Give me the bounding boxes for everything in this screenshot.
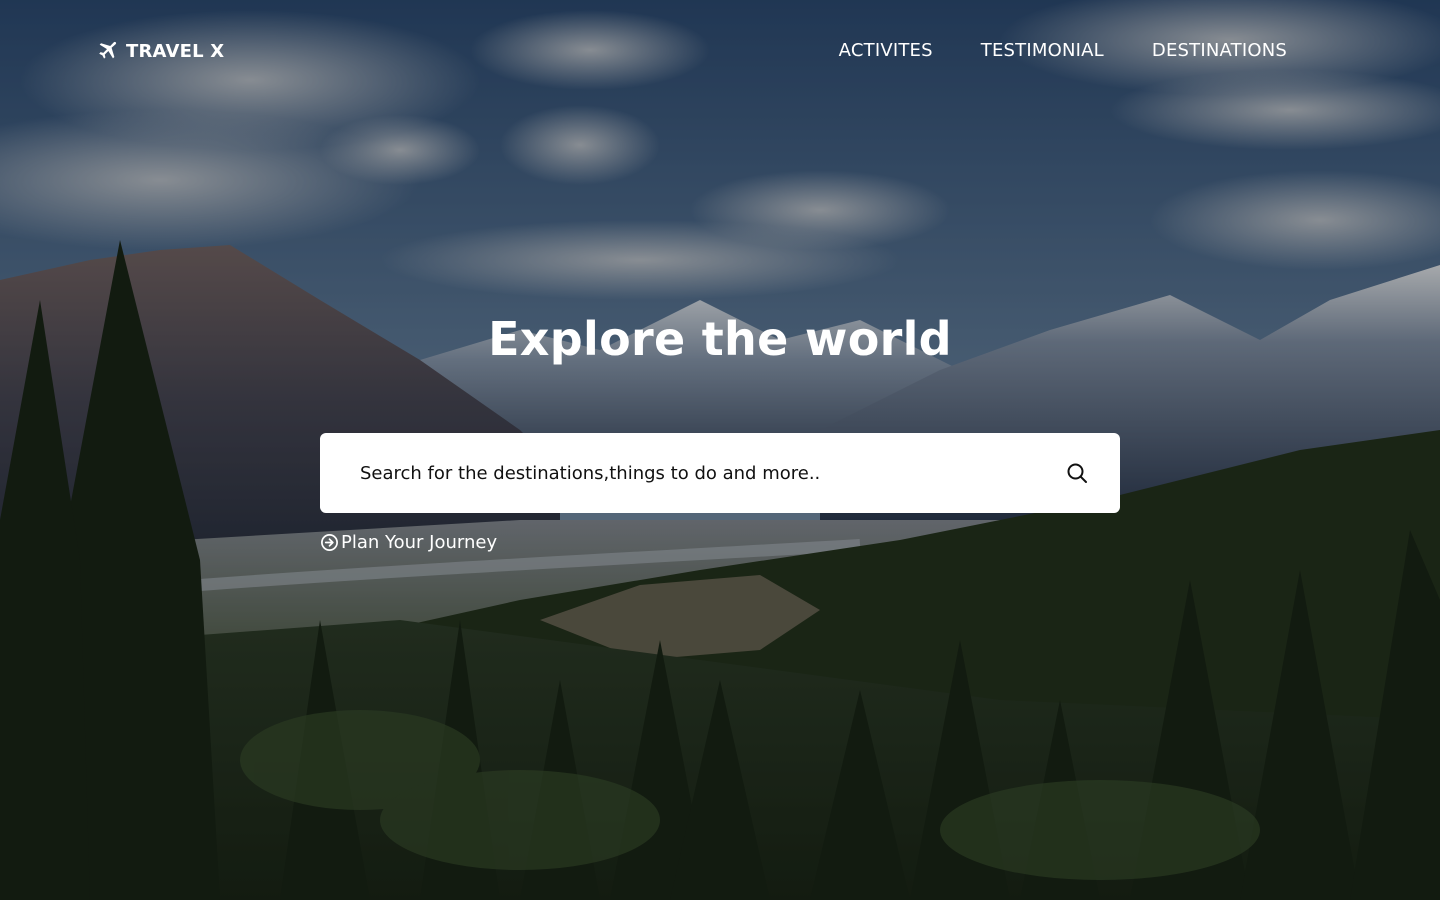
top-navigation: TRAVEL X ACTIVITES TESTIMONIAL DESTINATI…: [0, 0, 1440, 105]
airplane-icon: [96, 40, 118, 62]
search-input[interactable]: [358, 452, 1062, 494]
hero-section: TRAVEL X ACTIVITES TESTIMONIAL DESTINATI…: [0, 0, 1440, 900]
search-icon[interactable]: [1062, 458, 1092, 488]
plan-your-journey-label: Plan Your Journey: [341, 532, 498, 553]
hero-headline: Explore the world: [488, 312, 952, 366]
circle-arrow-right-icon: [320, 533, 339, 552]
search-bar: [320, 433, 1120, 513]
nav-links: ACTIVITES TESTIMONIAL DESTINATIONS: [839, 40, 1287, 61]
brand-logo[interactable]: TRAVEL X: [96, 40, 224, 62]
nav-destinations[interactable]: DESTINATIONS: [1152, 40, 1287, 61]
brand-name: TRAVEL X: [126, 40, 225, 62]
plan-your-journey-link[interactable]: Plan Your Journey: [320, 532, 497, 553]
nav-activites[interactable]: ACTIVITES: [839, 40, 933, 61]
nav-testimonial[interactable]: TESTIMONIAL: [981, 40, 1104, 61]
